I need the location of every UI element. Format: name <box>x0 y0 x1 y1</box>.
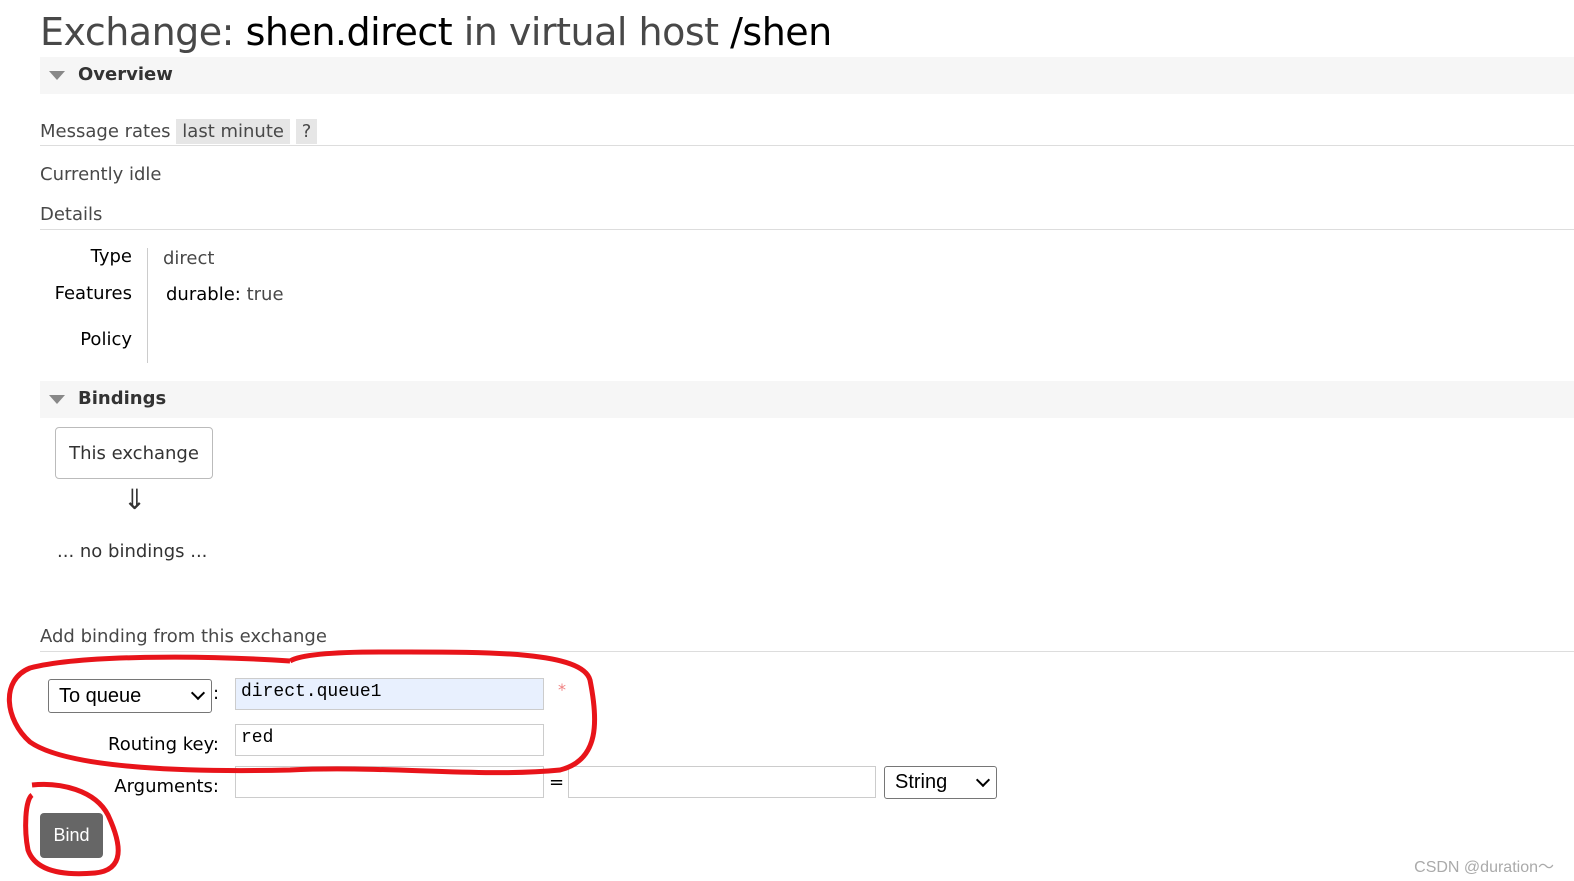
argument-type-select[interactable]: String <box>884 766 997 799</box>
this-exchange-box: This exchange <box>55 427 213 479</box>
overview-section-toggle[interactable]: Overview <box>40 57 1574 94</box>
destination-type-select[interactable]: To queue <box>48 679 212 713</box>
divider <box>40 651 1574 652</box>
watermark: CSDN @duration～ <box>1414 859 1554 876</box>
routing-key-label: Routing key: <box>108 734 219 755</box>
down-arrow-icon: ⇓ <box>123 483 147 516</box>
type-label: Type <box>90 246 132 267</box>
bindings-heading: Bindings <box>78 388 167 409</box>
argument-value-input[interactable] <box>568 766 876 798</box>
divider <box>40 145 1574 146</box>
durable-value: true <box>246 284 284 305</box>
add-binding-heading: Add binding from this exchange <box>40 626 327 647</box>
details-label: Details <box>40 204 103 225</box>
help-button[interactable]: ? <box>295 119 318 144</box>
overview-heading: Overview <box>78 64 173 85</box>
bindings-section-toggle[interactable]: Bindings <box>40 381 1574 418</box>
routing-key-input[interactable]: red <box>235 724 544 756</box>
divider <box>40 229 1574 230</box>
type-value: direct <box>163 248 215 269</box>
chevron-down-icon <box>975 772 991 788</box>
page-title: Exchange: shen.direct in virtual host /s… <box>40 10 832 54</box>
status-text: Currently idle <box>40 164 162 185</box>
durable-label: durable: <box>166 284 241 305</box>
divider <box>147 248 148 363</box>
message-rates-row: Message rates last minute ? <box>40 119 318 144</box>
rate-period-button[interactable]: last minute <box>176 119 290 144</box>
destination-type-value: To queue <box>59 684 142 707</box>
features-label: Features <box>54 283 132 304</box>
bind-button[interactable]: Bind <box>40 813 103 858</box>
equals-sign: = <box>549 772 565 793</box>
arguments-label: Arguments: <box>114 776 219 797</box>
message-rates-label: Message rates <box>40 121 171 142</box>
colon: : <box>213 683 220 704</box>
destination-input[interactable]: direct.queue1 <box>235 678 544 710</box>
argument-key-input[interactable] <box>235 766 544 798</box>
chevron-down-icon <box>190 685 206 701</box>
policy-label: Policy <box>80 329 132 350</box>
triangle-down-icon <box>49 395 65 404</box>
triangle-down-icon <box>49 71 65 80</box>
required-mark: * <box>558 680 566 699</box>
no-bindings-text: ... no bindings ... <box>57 541 208 562</box>
argument-type-value: String <box>895 771 948 793</box>
